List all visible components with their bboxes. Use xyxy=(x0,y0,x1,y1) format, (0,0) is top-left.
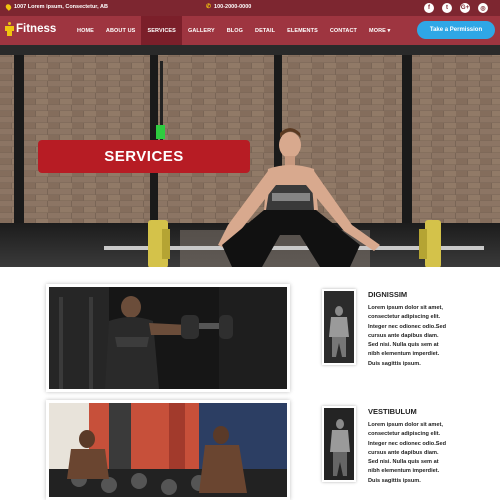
service-item-1: DIGNISSIM Lorem ipsum dolor sit amet, co… xyxy=(322,289,447,389)
nav-item-elements[interactable]: ELEMENTS xyxy=(281,16,324,45)
hero-banner: SERVICES xyxy=(0,45,500,267)
service-title-2: VESTIBULUM xyxy=(368,407,417,416)
page-title: SERVICES xyxy=(38,140,250,173)
phone-icon: ✆ xyxy=(206,4,212,10)
trainer-dumbbell-image xyxy=(49,287,287,389)
nav-item-gallery[interactable]: GALLERY xyxy=(182,16,221,45)
location-pin-icon xyxy=(4,3,13,11)
main-navigation: Fitness HOME ABOUT US SERVICES GALLERY B… xyxy=(0,16,500,45)
top-info-bar: 1007 Lorem ipsum, Consectetur, AB ✆ 100-… xyxy=(0,0,500,16)
bodybuilder-thumb-image xyxy=(324,291,354,363)
nav-item-about-us[interactable]: ABOUT US xyxy=(100,16,142,45)
phone-text: 100-2000-0000 xyxy=(214,4,252,10)
take-permission-button[interactable]: Take a Permission xyxy=(417,21,495,39)
dumbbell-rack-image xyxy=(49,403,287,497)
nav-item-home[interactable]: HOME xyxy=(71,16,100,45)
facebook-icon[interactable]: f xyxy=(424,3,434,13)
nav-item-detail[interactable]: DETAIL xyxy=(249,16,281,45)
service-thumb-2 xyxy=(322,406,356,482)
service-title-1: DIGNISSIM xyxy=(368,290,408,299)
fitness-man-icon xyxy=(5,22,14,36)
address-text: 1007 Lorem ipsum, Consectetur, AB xyxy=(14,4,108,10)
service-thumb-1 xyxy=(322,289,356,365)
address: 1007 Lorem ipsum, Consectetur, AB xyxy=(4,3,108,11)
social-links: f t G+ ◎ xyxy=(424,3,488,13)
service-text-1: Lorem ipsum dolor sit amet, consectetur … xyxy=(368,305,447,367)
nav-item-contact[interactable]: CONTACT xyxy=(324,16,363,45)
service-photo-1 xyxy=(46,284,290,392)
instagram-icon[interactable]: ◎ xyxy=(478,3,488,13)
twitter-icon[interactable]: t xyxy=(442,3,452,13)
google-plus-icon[interactable]: G+ xyxy=(460,3,470,13)
service-item-2: VESTIBULUM Lorem ipsum dolor sit amet, c… xyxy=(322,406,447,500)
site-logo[interactable]: Fitness xyxy=(5,22,56,36)
nav-item-more-dropdown[interactable]: MORE ▾ xyxy=(363,16,396,45)
service-photo-2 xyxy=(46,400,290,500)
phone: ✆ 100-2000-0000 xyxy=(206,4,251,10)
athlete-thumb-image xyxy=(324,408,354,480)
nav-item-services[interactable]: SERVICES xyxy=(141,16,182,45)
nav-item-blog[interactable]: BLOG xyxy=(221,16,249,45)
service-text-2: Lorem ipsum dolor sit amet, consectetur … xyxy=(368,422,447,484)
logo-text: Fitness xyxy=(16,23,57,35)
nav-menu: HOME ABOUT US SERVICES GALLERY BLOG DETA… xyxy=(71,16,396,45)
